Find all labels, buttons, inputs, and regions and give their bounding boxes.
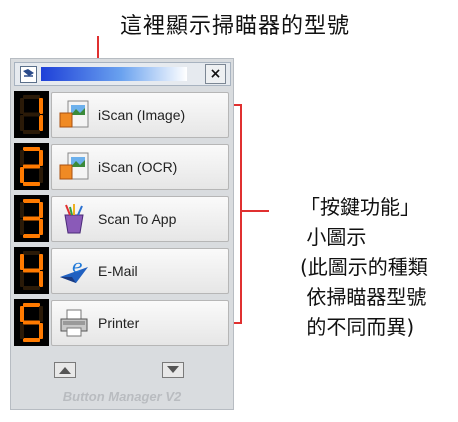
scanner-icon: [20, 66, 37, 83]
lcd-segment: [20, 150, 24, 166]
email-icon: e: [60, 256, 88, 283]
lcd-segment: [23, 164, 40, 169]
lcd-number-display: [14, 247, 49, 294]
lcd-segment: [23, 251, 40, 255]
printer-icon: [60, 309, 88, 337]
application-icon: [64, 204, 84, 234]
lcd-segment: [23, 338, 40, 342]
button-label: E-Mail: [98, 263, 138, 279]
lcd-segment: [20, 306, 24, 322]
button-row-2: iScan (OCR): [14, 143, 230, 190]
scroll-up-icon: [59, 367, 71, 374]
lcd-segment: [23, 182, 40, 186]
email-button[interactable]: e E-Mail: [51, 248, 229, 294]
scroll-up-button[interactable]: [54, 362, 76, 378]
lcd-segment: [39, 150, 43, 166]
callout-bracket-vertical: [240, 104, 242, 324]
lcd-segment: [23, 130, 40, 134]
lcd-segment: [23, 320, 40, 325]
button-label: Printer: [98, 315, 140, 331]
lcd-segment: [39, 98, 43, 114]
lcd-segment: [20, 115, 24, 131]
lcd-segment: [20, 271, 24, 287]
callout-line-top: [97, 36, 99, 60]
lcd-segment: [23, 268, 40, 273]
button-row-1: iScan (Image): [14, 91, 230, 138]
annotation-side-line: 的不同而異): [300, 315, 415, 339]
button-label: Scan To App: [98, 211, 177, 227]
lcd-segment: [23, 147, 40, 151]
lcd-segment: [39, 202, 43, 218]
annotation-side: 「按鍵功能」 小圖示 (此圖示的種類 依掃瞄器型號 的不同而異): [300, 192, 458, 342]
lcd-digit-4: [20, 251, 43, 290]
lcd-number-display: [14, 143, 49, 190]
lcd-segment: [20, 219, 24, 235]
lcd-digit-5: [20, 303, 43, 342]
lcd-segment: [39, 271, 43, 287]
button-label: iScan (OCR): [98, 159, 178, 175]
lcd-segment: [20, 323, 24, 339]
lcd-digit-2: [20, 147, 43, 186]
annotation-side-line: 「按鍵功能」: [300, 195, 420, 219]
lcd-segment: [20, 254, 24, 270]
lcd-segment: [23, 112, 40, 117]
close-button[interactable]: ×: [205, 64, 226, 84]
lcd-segment: [20, 202, 24, 218]
lcd-segment: [23, 303, 40, 307]
button-label: iScan (Image): [98, 107, 186, 123]
lcd-segment: [23, 286, 40, 290]
lcd-number-display: [14, 195, 49, 242]
button-row-3: Scan To App: [14, 195, 230, 242]
lcd-segment: [20, 98, 24, 114]
lcd-segment: [39, 115, 43, 131]
lcd-segment: [20, 167, 24, 183]
scanner-model-bar: [41, 67, 187, 81]
lcd-number-display: [14, 299, 49, 346]
svg-text:e: e: [72, 256, 83, 277]
brand-label: Button Manager V2: [62, 389, 182, 404]
title-bar[interactable]: ×: [14, 62, 231, 86]
scroll-down-button[interactable]: [162, 362, 184, 378]
lcd-segment: [23, 234, 40, 238]
annotation-top: 這裡顯示掃瞄器的型號: [120, 14, 351, 39]
lcd-number-display: [14, 91, 49, 138]
button-manager-panel: × iScan (Image) iScan (OCR) Scan To App …: [10, 58, 234, 410]
lcd-segment: [39, 167, 43, 183]
annotation-side-line: 依掃瞄器型號: [300, 285, 427, 309]
iscan-image-button[interactable]: iScan (Image): [51, 92, 229, 138]
ocr-scan-icon: [59, 152, 89, 180]
lcd-digit-1: [20, 95, 43, 134]
button-row-4: e E-Mail: [14, 247, 230, 294]
lcd-segment: [23, 216, 40, 221]
lcd-digit-3: [20, 199, 43, 238]
lcd-segment: [39, 323, 43, 339]
scroll-down-icon: [167, 366, 179, 373]
callout-connector: [241, 210, 269, 212]
lcd-segment: [39, 254, 43, 270]
lcd-segment: [39, 306, 43, 322]
lcd-segment: [23, 199, 40, 203]
lcd-segment: [23, 95, 40, 99]
annotation-side-line: (此圖示的種類: [300, 255, 428, 279]
iscan-ocr-button[interactable]: iScan (OCR): [51, 144, 229, 190]
printer-button[interactable]: Printer: [51, 300, 229, 346]
lcd-segment: [39, 219, 43, 235]
annotation-side-line: 小圖示: [300, 225, 367, 249]
image-scan-icon: [59, 100, 89, 128]
button-row-5: Printer: [14, 299, 230, 346]
scan-to-app-button[interactable]: Scan To App: [51, 196, 229, 242]
